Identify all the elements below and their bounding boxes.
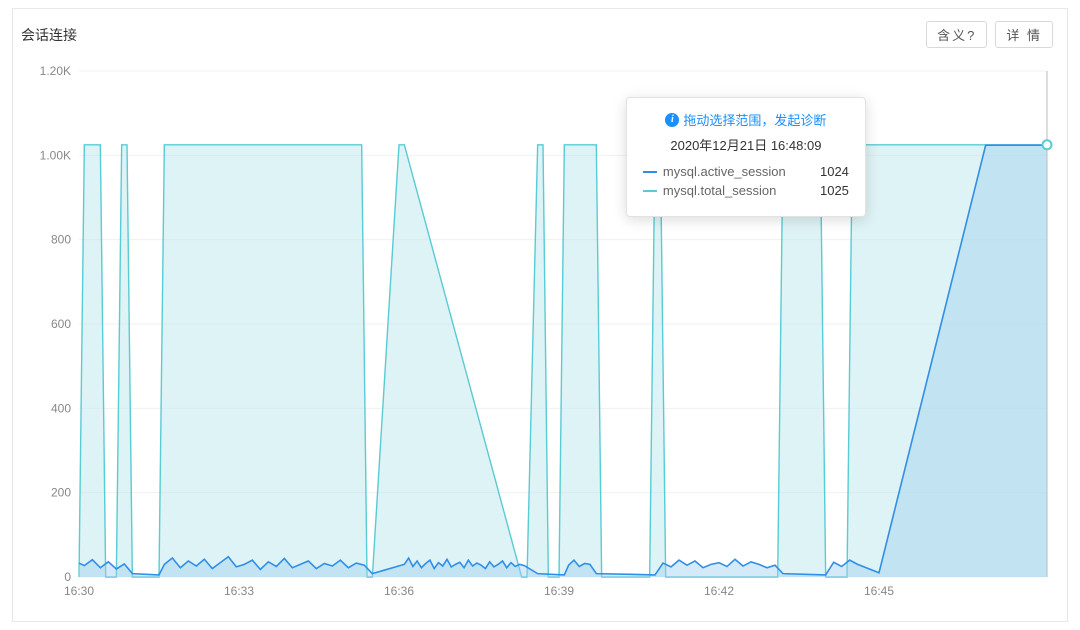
svg-text:800: 800 <box>51 233 71 247</box>
help-button[interactable]: 含义? <box>926 21 987 48</box>
tooltip-hint-text: 拖动选择范围，发起诊断 <box>683 110 826 129</box>
tooltip-hint: i 拖动选择范围，发起诊断 <box>643 110 849 129</box>
chart-svg[interactable]: 0 200 400 600 800 1.00K 1.20K 16:30 16:33 16:36 16… <box>25 59 1055 603</box>
series-label: mysql.total_session <box>663 183 776 198</box>
tooltip-rows: mysql.active_session 1024 mysql.total_sess… <box>643 164 849 198</box>
svg-text:16:39: 16:39 <box>544 584 574 598</box>
chart[interactable]: 0 200 400 600 800 1.00K 1.20K 16:30 16:33 16:36 16… <box>25 59 1055 603</box>
series-swatch <box>643 190 657 192</box>
svg-text:16:45: 16:45 <box>864 584 894 598</box>
svg-text:16:33: 16:33 <box>224 584 254 598</box>
svg-text:1.20K: 1.20K <box>40 64 71 78</box>
chart-tooltip: i 拖动选择范围，发起诊断 2020年12月21日 16:48:09 mysql… <box>626 97 866 217</box>
tooltip-time: 2020年12月21日 16:48:09 <box>643 135 849 154</box>
svg-text:16:42: 16:42 <box>704 584 734 598</box>
detail-button[interactable]: 详 情 <box>995 21 1053 48</box>
svg-text:600: 600 <box>51 317 71 331</box>
panel-title: 会话连接 <box>21 25 77 45</box>
tooltip-row: mysql.total_session 1025 <box>643 183 849 198</box>
svg-text:16:36: 16:36 <box>384 584 414 598</box>
tooltip-row: mysql.active_session 1024 <box>643 164 849 179</box>
series-value: 1025 <box>820 183 849 198</box>
header-buttons: 含义? 详 情 <box>926 21 1053 48</box>
svg-text:1.00K: 1.00K <box>40 148 71 162</box>
series-swatch <box>643 171 657 173</box>
panel-header: 会话连接 含义? 详 情 <box>13 9 1067 54</box>
svg-text:200: 200 <box>51 486 71 500</box>
svg-text:400: 400 <box>51 401 71 415</box>
svg-text:0: 0 <box>64 570 71 584</box>
series-value: 1024 <box>820 164 849 179</box>
chart-panel: 会话连接 含义? 详 情 0 200 400 600 800 1.00K 1.20K 16:3… <box>12 8 1068 622</box>
info-icon: i <box>665 113 679 127</box>
series-label: mysql.active_session <box>663 164 786 179</box>
svg-text:16:30: 16:30 <box>64 584 94 598</box>
